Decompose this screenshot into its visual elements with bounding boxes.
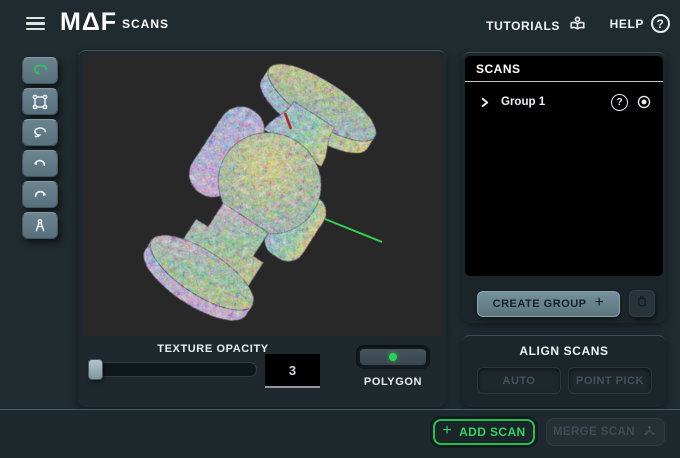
hamburger-menu-icon[interactable] (26, 17, 45, 31)
chevron-right-icon[interactable] (479, 97, 490, 108)
rectangle-select-tool-button[interactable] (22, 88, 58, 115)
footer-bar: + ADD SCAN MERGE SCAN (0, 410, 680, 458)
merge-scan-label: MERGE SCAN (553, 426, 635, 438)
align-scans-panel: ALIGN SCANS AUTO POINT PICK (462, 335, 666, 407)
polygon-toggle-track (360, 349, 426, 365)
lasso-select-icon (30, 123, 50, 143)
align-auto-button[interactable]: AUTO (477, 367, 561, 394)
tutorials-button[interactable]: TUTORIALS (486, 14, 588, 38)
visibility-eye-icon[interactable] (635, 93, 653, 111)
texture-opacity-slider-thumb[interactable] (88, 359, 103, 380)
create-group-label: CREATE GROUP (493, 298, 587, 310)
opacity-value-field[interactable]: 3 (265, 354, 320, 388)
trash-icon (633, 292, 651, 315)
plus-icon: + (442, 422, 452, 440)
page-title: SCANS (122, 17, 169, 31)
scan-group-row[interactable]: Group 1 ? (465, 89, 663, 115)
orbit-tool-button[interactable] (22, 57, 58, 84)
add-scan-label: ADD SCAN (459, 425, 526, 439)
tutorials-label: TUTORIALS (486, 19, 560, 33)
scan-3d-view[interactable] (82, 55, 442, 336)
rectangle-select-icon (30, 92, 50, 112)
redo-button[interactable] (22, 181, 58, 208)
app-logo: MΔF (60, 8, 117, 37)
help-button[interactable]: HELP ? (610, 14, 670, 33)
scan-list-header: SCANS (465, 56, 663, 82)
polygon-toggle[interactable] (356, 345, 430, 369)
delete-group-button[interactable] (629, 290, 655, 317)
app-root: MΔF SCANS TUTORIALS HELP ? (0, 0, 680, 458)
undo-button[interactable] (22, 150, 58, 177)
tutorials-icon (567, 14, 588, 38)
group-help-icon[interactable]: ? (611, 94, 628, 111)
align-scans-title: ALIGN SCANS (462, 344, 666, 358)
polygon-toggle-indicator-dot (389, 353, 397, 361)
help-icon: ? (651, 14, 670, 33)
group-row-actions: ? (611, 93, 653, 111)
group-label: Group 1 (501, 96, 545, 108)
add-scan-button[interactable]: + ADD SCAN (433, 419, 535, 445)
orbit-rotate-icon (30, 60, 51, 81)
create-group-button[interactable]: CREATE GROUP + (477, 291, 620, 317)
green-axis-line (325, 219, 382, 242)
viewport-panel: TEXTURE OPACITY 3 POLYGON (78, 50, 446, 407)
lasso-select-tool-button[interactable] (22, 119, 58, 146)
scans-panel: SCANS Group 1 ? (462, 52, 666, 323)
merge-icon (641, 422, 658, 442)
texture-opacity-slider[interactable] (89, 362, 257, 377)
align-point-pick-button[interactable]: POINT PICK (568, 367, 652, 394)
measure-tool-button[interactable] (22, 212, 58, 239)
measure-compass-icon (30, 216, 50, 236)
scan-list: SCANS Group 1 ? (465, 56, 663, 276)
scanned-object-render (82, 55, 442, 336)
redo-icon (30, 185, 50, 205)
polygon-label: POLYGON (356, 376, 430, 388)
help-label: HELP (610, 17, 644, 31)
merge-scan-button[interactable]: MERGE SCAN (546, 418, 665, 446)
plus-icon: + (594, 294, 604, 312)
undo-icon (30, 154, 50, 174)
tool-palette (22, 57, 58, 243)
